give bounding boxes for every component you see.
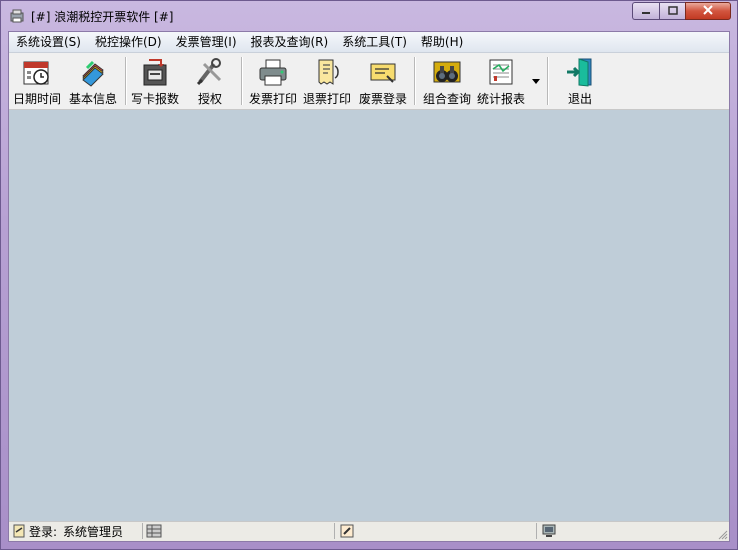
minimize-icon (641, 4, 651, 18)
stat-report-label: 统计报表 (476, 92, 525, 106)
toolbar-separator (547, 57, 549, 105)
calendar-clock-icon (21, 56, 53, 88)
menu-system-tools[interactable]: 系统工具(T) (335, 33, 414, 51)
app-logo-icon (9, 8, 25, 24)
toolbar-separator (414, 57, 416, 105)
exit-label: 退出 (567, 92, 592, 106)
menu-help[interactable]: 帮助(H) (414, 33, 470, 51)
pencil-note-icon (340, 524, 354, 538)
login-label: 登录: (29, 524, 58, 539)
close-button[interactable] (685, 2, 731, 20)
card-reader-icon (139, 56, 171, 88)
main-window: [#] 浪潮税控开票软件 [#] 系统设置(S) 税控操作(D) 发票管理(I)… (0, 0, 738, 550)
window-controls (632, 2, 731, 20)
write-card-label: 写卡报数 (130, 92, 179, 106)
title-bar[interactable]: [#] 浪潮税控开票软件 [#] (1, 1, 737, 31)
stat-report-button[interactable]: 统计报表 (473, 55, 529, 107)
date-time-button[interactable]: 日期时间 (11, 55, 63, 107)
exit-door-icon (564, 56, 596, 88)
void-register-label: 废票登录 (358, 92, 407, 106)
maximize-icon (667, 4, 678, 18)
status-panel-4 (539, 523, 727, 539)
login-user: 系统管理员 (63, 524, 124, 539)
authorize-button[interactable]: 授权 (189, 55, 231, 107)
combined-query-button[interactable]: 组合查询 (419, 55, 475, 107)
client-area: 系统设置(S) 税控操作(D) 发票管理(I) 报表及查询(R) 系统工具(T)… (8, 31, 730, 542)
write-card-button[interactable]: 写卡报数 (129, 55, 181, 107)
exit-button[interactable]: 退出 (559, 55, 601, 107)
toolbar: 日期时间 基本信息 写卡报数 授权 发票打印 退票打印 废票登录 组合查询 统计… (9, 53, 729, 110)
status-login-panel: 登录: 系统管理员 (11, 523, 143, 539)
printer-icon (257, 56, 289, 88)
minimize-button[interactable] (632, 2, 659, 20)
invoice-print-button[interactable]: 发票打印 (247, 55, 299, 107)
basic-info-label: 基本信息 (68, 92, 117, 106)
combined-query-label: 组合查询 (422, 92, 471, 106)
binoculars-folder-icon (431, 56, 463, 88)
key-tools-icon (194, 56, 226, 88)
menu-system-settings[interactable]: 系统设置(S) (9, 33, 88, 51)
window-title: [#] 浪潮税控开票软件 [#] (31, 10, 174, 24)
authorize-label: 授权 (197, 92, 222, 106)
toolbar-separator (125, 57, 127, 105)
menu-bar: 系统设置(S) 税控操作(D) 发票管理(I) 报表及查询(R) 系统工具(T)… (9, 32, 729, 53)
date-time-label: 日期时间 (12, 92, 61, 106)
void-note-icon (367, 56, 399, 88)
resize-grip-icon[interactable] (716, 528, 728, 540)
menu-invoice-management[interactable]: 发票管理(I) (169, 33, 244, 51)
status-panel-2 (145, 523, 335, 539)
menu-tax-control[interactable]: 税控操作(D) (88, 33, 169, 51)
toolbar-separator (241, 57, 243, 105)
refund-print-button[interactable]: 退票打印 (301, 55, 353, 107)
status-panel-3 (337, 523, 537, 539)
basic-info-button[interactable]: 基本信息 (65, 55, 121, 107)
report-chart-icon (485, 56, 517, 88)
mdi-workspace (9, 110, 729, 521)
void-register-button[interactable]: 废票登录 (355, 55, 411, 107)
colored-books-icon (77, 56, 109, 88)
menu-reports-query[interactable]: 报表及查询(R) (244, 33, 336, 51)
invoice-print-label: 发票打印 (248, 92, 297, 106)
chevron-down-icon[interactable] (532, 79, 540, 84)
table-icon (146, 524, 162, 538)
refund-receipt-icon (311, 56, 343, 88)
user-key-icon (13, 524, 25, 538)
status-bar: 登录: 系统管理员 (9, 521, 729, 541)
maximize-button[interactable] (659, 2, 685, 20)
refund-print-label: 退票打印 (302, 92, 351, 106)
close-icon (702, 4, 714, 18)
computer-icon (542, 524, 556, 538)
